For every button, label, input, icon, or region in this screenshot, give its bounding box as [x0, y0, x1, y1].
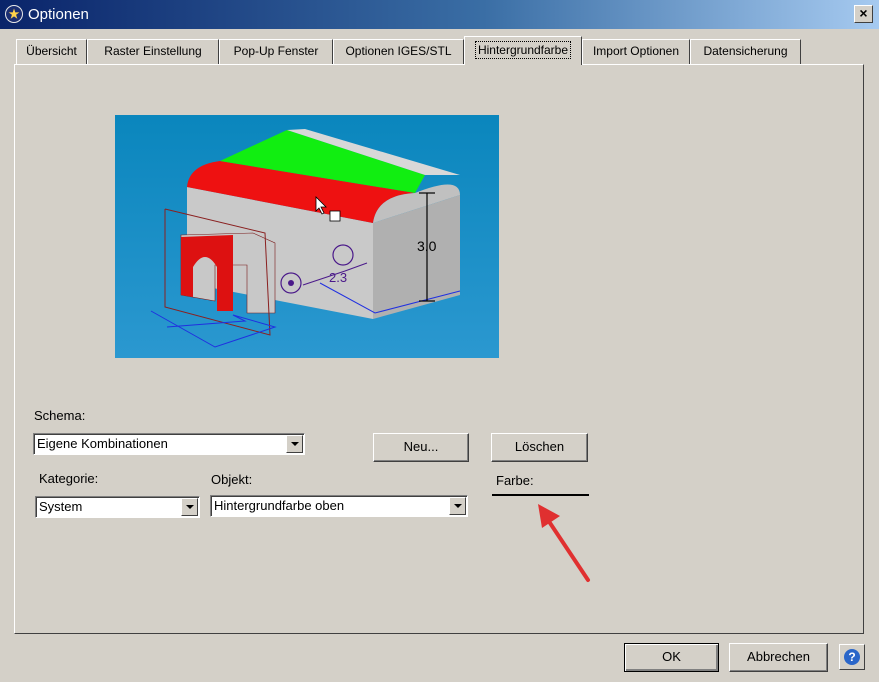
tab-label: Import Optionen — [592, 44, 680, 58]
tab-datensicherung[interactable]: Datensicherung — [690, 39, 801, 64]
window-title: Optionen — [28, 6, 89, 23]
tab-import-optionen[interactable]: Import Optionen — [582, 39, 690, 64]
tab-label: Hintergrundfarbe — [474, 41, 572, 59]
schema-value: Eigene Kombinationen — [37, 436, 168, 451]
kategorie-select[interactable]: System — [35, 496, 200, 518]
chevron-down-icon[interactable] — [181, 498, 198, 516]
tab-label: Raster Einstellung — [104, 44, 202, 58]
kategorie-label: Kategorie: — [39, 471, 99, 486]
cancel-button[interactable]: Abbrechen — [729, 643, 828, 672]
chevron-down-icon[interactable] — [286, 435, 303, 453]
tab-hintergrundfarbe[interactable]: Hintergrundfarbe — [464, 36, 582, 65]
app-logo-icon: ★ — [5, 5, 23, 23]
tab-label: Optionen IGES/STL — [345, 44, 452, 58]
title-bar: ★ Optionen × — [0, 0, 879, 29]
annotation-arrow-icon — [538, 504, 590, 582]
tab-label: Übersicht — [26, 44, 77, 58]
delete-button[interactable]: Löschen — [491, 433, 588, 462]
help-button[interactable]: ? — [839, 644, 865, 670]
schema-select[interactable]: Eigene Kombinationen — [33, 433, 305, 455]
objekt-select[interactable]: Hintergrundfarbe oben — [210, 495, 468, 517]
new-button[interactable]: Neu... — [373, 433, 469, 462]
tab-raster-einstellung[interactable]: Raster Einstellung — [87, 39, 219, 64]
schema-label: Schema: — [34, 408, 86, 423]
tab-uebersicht[interactable]: Übersicht — [16, 39, 87, 64]
objekt-label: Objekt: — [211, 472, 253, 487]
ok-button[interactable]: OK — [624, 643, 719, 672]
height-dimension-label: 3.0 — [417, 238, 437, 254]
objekt-value: Hintergrundfarbe oben — [214, 498, 345, 513]
color-swatch[interactable] — [492, 494, 589, 496]
tab-optionen-iges-stl[interactable]: Optionen IGES/STL — [333, 39, 464, 64]
kategorie-value: System — [39, 499, 83, 514]
close-button[interactable]: × — [854, 5, 873, 23]
tab-label: Pop-Up Fenster — [233, 44, 319, 58]
farbe-label: Farbe: — [496, 473, 534, 488]
chevron-down-icon[interactable] — [449, 497, 466, 515]
tab-pop-up-fenster[interactable]: Pop-Up Fenster — [219, 39, 333, 64]
tab-label: Datensicherung — [703, 44, 788, 58]
radius-dimension-label: 2.3 — [329, 270, 347, 285]
help-icon: ? — [844, 649, 860, 665]
color-preview-image: 3.0 2.3 — [115, 115, 499, 358]
